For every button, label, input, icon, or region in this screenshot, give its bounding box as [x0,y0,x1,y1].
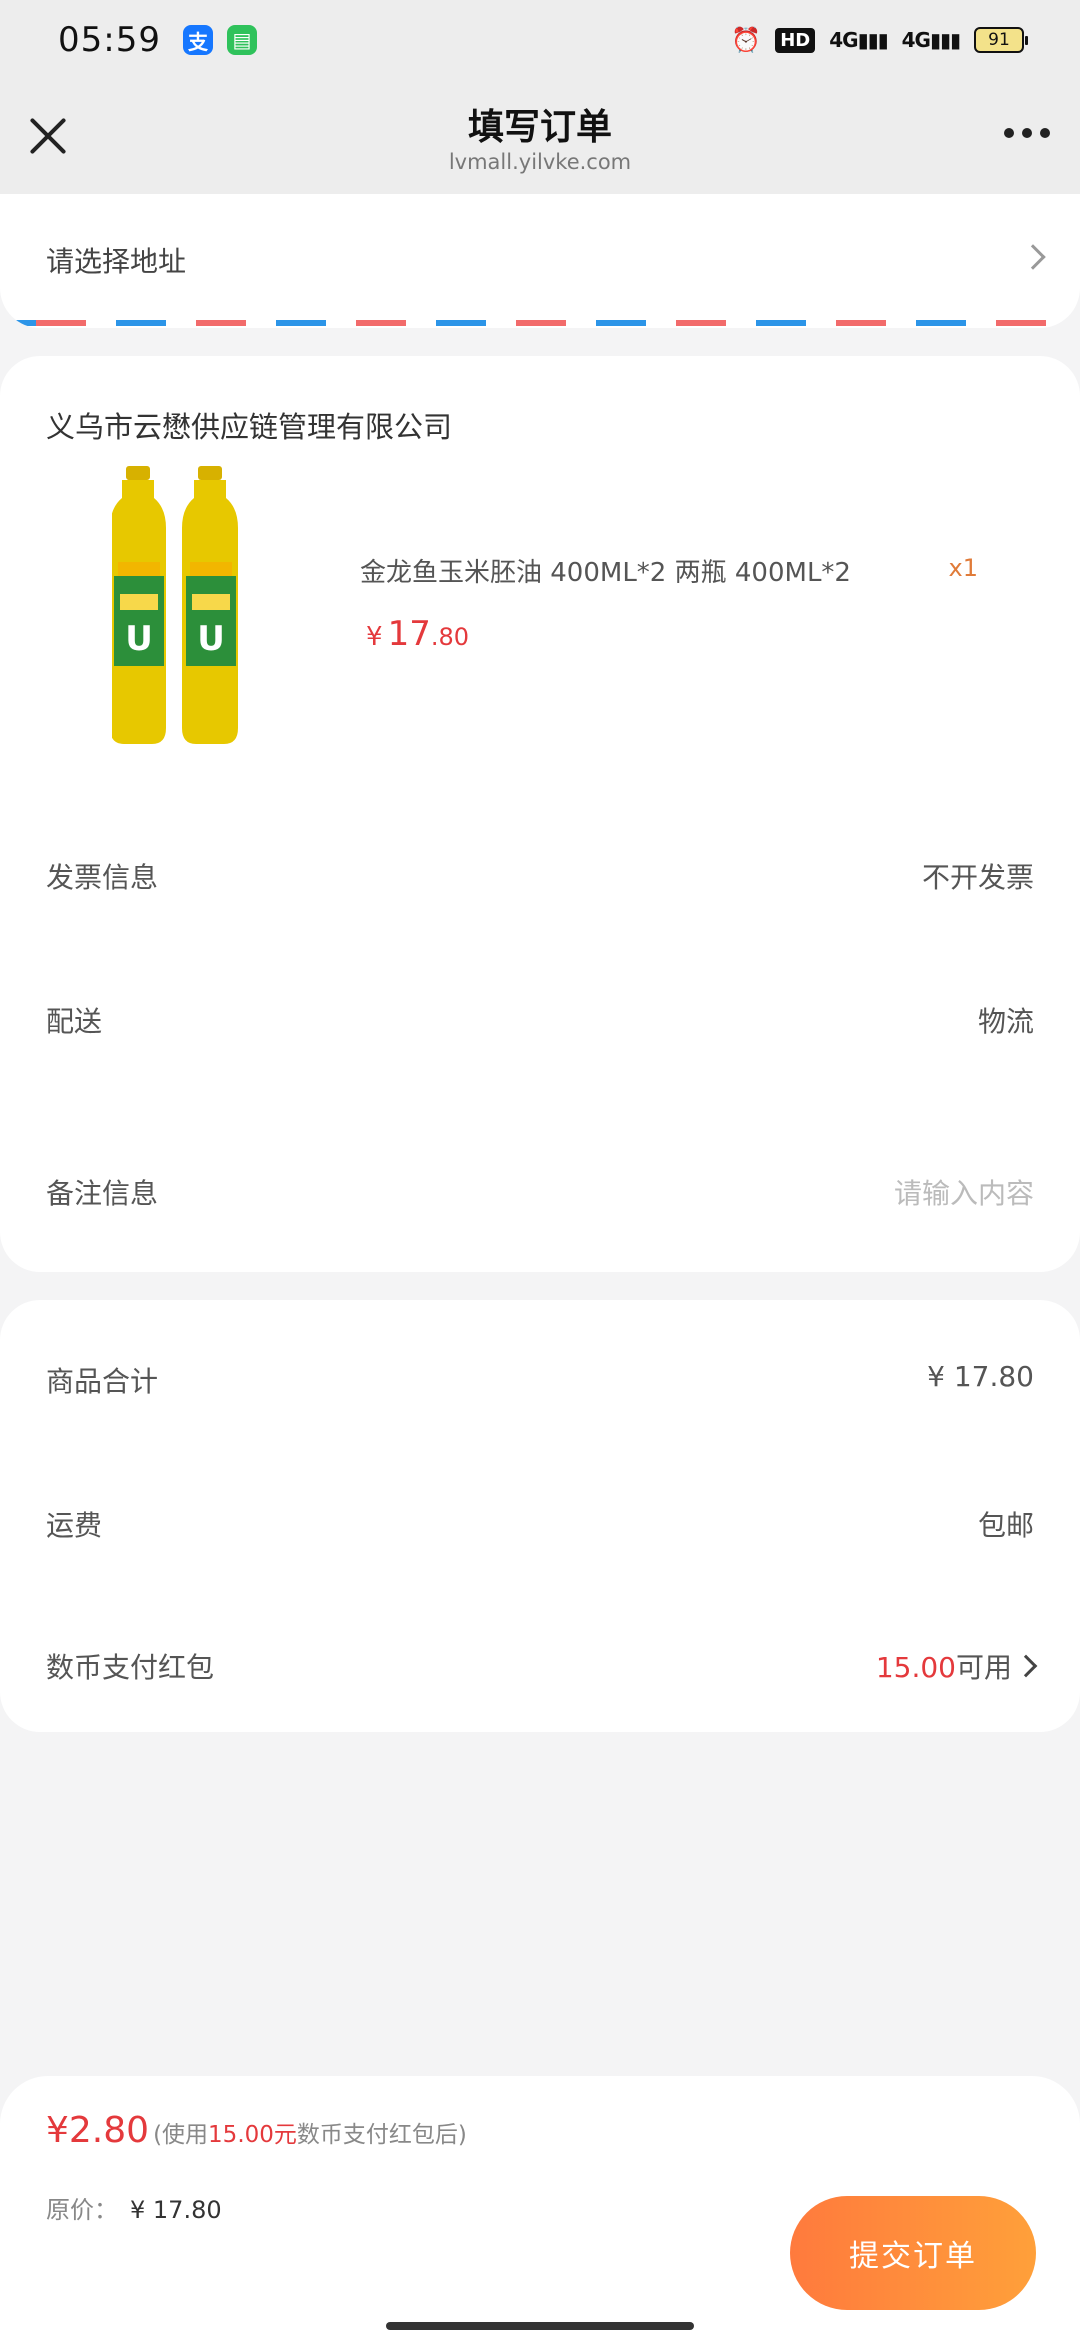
pay-line: ¥2.80 (使用15.00元数币支付红包后) [46,2110,467,2151]
subtotal-value: ¥ 17.80 [927,1360,1034,1393]
svg-text:U: U [125,619,153,659]
coin-amount: 15.00 [875,1651,956,1684]
summary-card: 商品合计 ¥ 17.80 运费 包邮 数币支付红包 15.00可用 [0,1300,1080,1732]
pay-note: (使用15.00元数币支付红包后) [153,2115,467,2149]
pay-note-amount: 15.00元 [208,2122,297,2148]
status-icons: ⏰ HD 4G▮▮▮ 4G▮▮▮ 91 [731,26,1028,54]
delivery-label: 配送 [46,1005,103,1038]
message-icon: ▤ [226,25,257,55]
product-name[interactable]: 金龙鱼玉米胚油 400ML*2 两瓶 400ML*2 [360,552,851,589]
nav-bar: 填写订单 lvmall.yilvke.com [0,80,1080,194]
invoice-label: 发票信息 [46,861,159,894]
remark-label: 备注信息 [46,1177,159,1210]
original-price-label: 原价： [46,2196,118,2224]
shop-name: 义乌市云懋供应链管理有限公司 [46,410,453,444]
svg-text:U: U [197,619,225,659]
address-label: 请选择地址 [46,245,187,278]
chevron-right-icon [1020,244,1046,270]
delivery-value: 物流 [977,1005,1034,1038]
status-time: 05:59 [58,20,161,60]
coin-label: 数币支付红包 [46,1651,215,1684]
pay-note-prefix: (使用 [153,2122,209,2148]
alarm-icon: ⏰ [731,26,762,54]
price-integer: 17 [387,614,431,654]
status-bar: 05:59 支 ▤ ⏰ HD 4G▮▮▮ 4G▮▮▮ 91 [0,0,1080,80]
price-decimal: .80 [430,623,470,651]
product-image[interactable]: U U [112,466,262,746]
price-symbol: ¥ [366,622,383,652]
more-icon[interactable] [1004,128,1050,138]
original-price-value: ¥ 17.80 [130,2196,222,2224]
submit-order-button[interactable]: 提交订单 [790,2196,1036,2310]
checkout-footer: ¥2.80 (使用15.00元数币支付红包后) 原价： ¥ 17.80 提交订单 [0,2076,1080,2340]
invoice-value: 不开发票 [921,861,1034,894]
pay-note-suffix: 数币支付红包后) [296,2122,467,2148]
address-selector[interactable]: 请选择地址 [0,194,1080,328]
home-indicator[interactable] [386,2322,694,2330]
signal-label-2: 4G [901,28,931,52]
signal-icon: 4G▮▮▮ [829,28,888,52]
shipping-value: 包邮 [977,1509,1034,1542]
signal-icon-2: 4G▮▮▮ [901,28,961,52]
remark-input[interactable]: 请输入内容 [894,1172,1034,1212]
original-price: 原价： ¥ 17.80 [46,2190,222,2225]
signal-label-1: 4G [829,28,858,52]
coin-value: 15.00可用 [875,1646,1038,1686]
chevron-right-icon [1014,1654,1038,1678]
product-quantity: x1 [948,554,978,582]
order-card: 义乌市云懋供应链管理有限公司 U U 金龙鱼玉米胚油 400ML*2 两瓶 40… [0,356,1080,1272]
battery-icon: 91 [974,27,1028,53]
pay-amount: ¥2.80 [46,2110,150,2151]
alipay-icon: 支 [182,25,213,55]
address-stripe [0,320,1080,326]
coin-suffix: 可用 [955,1651,1012,1684]
product-price: ¥ 17.80 [366,614,469,654]
page-title: 填写订单 [467,107,612,148]
page-url: lvmall.yilvke.com [448,150,632,174]
shipping-label: 运费 [46,1509,103,1542]
hd-icon: HD [775,27,816,53]
subtotal-label: 商品合计 [46,1365,159,1398]
